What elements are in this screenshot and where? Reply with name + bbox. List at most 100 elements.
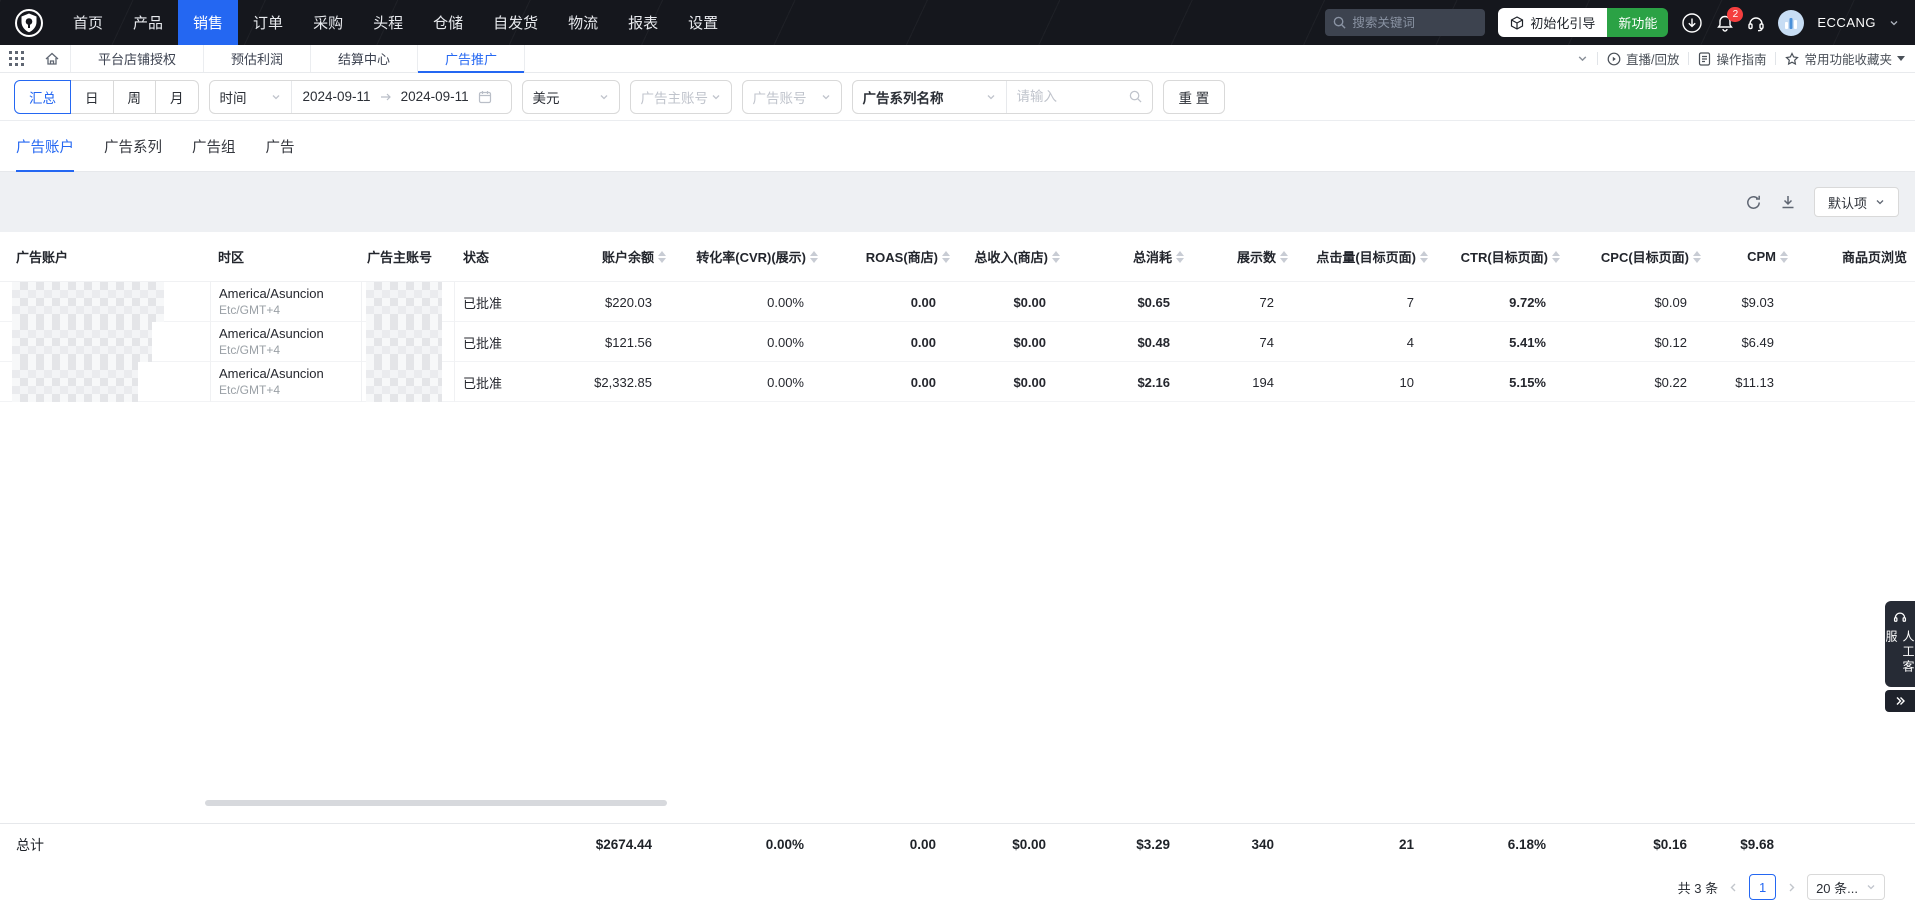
workspace-tab-platform-auth[interactable]: 平台店铺授权 [70,45,203,72]
nav-item-first-leg[interactable]: 头程 [358,0,418,45]
col-header-revenue[interactable]: 总收入(商店) [952,247,1062,266]
col-header-cpm[interactable]: CPM [1703,249,1790,264]
col-header-spend[interactable]: 总消耗 [1062,247,1186,266]
sort-icon[interactable] [1552,251,1560,263]
reset-button[interactable]: 重 置 [1163,80,1226,114]
column-preset-button[interactable]: 默认项 [1814,187,1899,217]
total-roas: 0.00 [820,837,952,852]
workspace-tab-estimated-profit[interactable]: 预估利润 [203,45,310,72]
range-day-button[interactable]: 日 [70,80,114,114]
sort-icon[interactable] [1780,251,1788,263]
refresh-icon[interactable] [1745,194,1762,211]
col-header-ctr[interactable]: CTR(目标页面) [1430,247,1562,266]
campaign-search-control: 广告系列名称 [852,80,1153,114]
nav-item-home[interactable]: 首页 [58,0,118,45]
user-avatar[interactable] [1778,10,1804,36]
workspace-tab-ad-promotion[interactable]: 广告推广 [417,45,525,72]
download-circle-icon[interactable] [1681,12,1703,34]
total-count-label: 共 3 条 [1678,878,1718,897]
nav-item-settings[interactable]: 设置 [673,0,733,45]
subtab-campaign[interactable]: 广告系列 [104,121,162,171]
collapse-panel-button[interactable] [1885,690,1915,712]
table-row[interactable]: America/AsuncionEtc/GMT+4 已批准 $121.56 0.… [0,322,1915,362]
timezone-cell: America/AsuncionEtc/GMT+4 [210,362,362,402]
nav-item-sales[interactable]: 销售 [178,0,238,45]
nav-item-orders[interactable]: 订单 [238,0,298,45]
divider [1597,52,1598,65]
col-header-balance[interactable]: 账户余额 [545,247,668,266]
col-header-status: 状态 [455,247,545,266]
nav-item-warehouse[interactable]: 仓储 [418,0,478,45]
sort-icon[interactable] [942,251,950,263]
nav-item-logistics[interactable]: 物流 [553,0,613,45]
page-size-select[interactable]: 20 条... [1807,874,1885,900]
operation-guide-link[interactable]: 操作指南 [1698,49,1766,68]
range-month-button[interactable]: 月 [155,80,199,114]
nav-item-products[interactable]: 产品 [118,0,178,45]
sort-icon[interactable] [810,251,818,263]
cpc-cell: $0.12 [1562,335,1703,350]
range-summary-button[interactable]: 汇总 [14,80,71,114]
export-download-icon[interactable] [1780,194,1796,210]
table-row[interactable]: America/AsuncionEtc/GMT+4 已批准 $220.03 0.… [0,282,1915,322]
campaign-field-select[interactable]: 广告系列名称 [853,81,1007,113]
ad-accounts-table: 广告账户 时区 广告主账号 状态 账户余额 转化率(CVR)(展示) ROAS(… [0,232,1915,865]
search-input[interactable] [1352,16,1472,30]
global-search[interactable] [1325,9,1485,36]
sort-icon[interactable] [1693,251,1701,263]
sort-icon[interactable] [1176,251,1184,263]
tabs-collapse-chevron-icon[interactable] [1577,53,1588,64]
col-header-roas[interactable]: ROAS(商店) [820,247,952,266]
home-icon[interactable] [34,45,70,72]
sort-icon[interactable] [1280,251,1288,263]
table-row[interactable]: America/AsuncionEtc/GMT+4 已批准 $2,332.85 … [0,362,1915,402]
workspace-tab-settlement[interactable]: 结算中心 [310,45,417,72]
document-icon [1698,52,1711,66]
col-header-clicks[interactable]: 点击量(目标页面) [1290,247,1430,266]
sort-icon[interactable] [658,251,666,263]
subtab-ad[interactable]: 广告 [266,121,295,171]
nav-item-self-shipping[interactable]: 自发货 [478,0,553,45]
prev-page-icon[interactable] [1728,882,1739,893]
apps-grid-icon[interactable] [0,45,34,72]
workspace-tabbar: 平台店铺授权 预估利润 结算中心 广告推广 直播/回放 操作指南 [0,45,1915,73]
keyword-input[interactable] [1017,89,1117,104]
status-cell: 已批准 [455,373,545,392]
account-name[interactable]: ECCANG [1817,15,1876,30]
currency-select[interactable]: 美元 [522,80,620,114]
next-page-icon[interactable] [1786,882,1797,893]
new-feature-button[interactable]: 新功能 [1607,8,1668,37]
sort-icon[interactable] [1052,251,1060,263]
nav-item-purchasing[interactable]: 采购 [298,0,358,45]
account-chevron-icon[interactable] [1889,18,1899,28]
date-range-picker[interactable]: 2024-09-11 2024-09-11 [292,81,511,113]
clicks-cell: 7 [1290,295,1430,310]
app-logo-icon[interactable] [0,8,58,38]
col-header-cvr[interactable]: 转化率(CVR)(展示) [668,247,820,266]
horizontal-scrollbar[interactable] [205,800,667,806]
headset-icon[interactable] [1747,14,1765,32]
col-header-cpc[interactable]: CPC(目标页面) [1562,247,1703,266]
live-replay-link[interactable]: 直播/回放 [1607,49,1679,68]
sort-icon[interactable] [1420,251,1428,263]
balance-cell: $220.03 [545,295,668,310]
time-type-select[interactable]: 时间 [210,81,292,113]
nav-item-reports[interactable]: 报表 [613,0,673,45]
page-number-button[interactable]: 1 [1749,874,1776,900]
range-week-button[interactable]: 周 [113,80,157,114]
subtab-ad-group[interactable]: 广告组 [192,121,236,171]
favorites-link[interactable]: 常用功能收藏夹 [1785,49,1905,68]
table-toolbar-band: 默认项 [0,172,1915,232]
ad-account-select[interactable]: 广告账号 [742,80,842,114]
ctr-cell: 5.41% [1430,335,1562,350]
notification-bell-icon[interactable]: 2 [1716,14,1734,32]
customer-service-button[interactable]: 人工客服 [1885,601,1915,687]
col-header-impressions[interactable]: 展示数 [1186,247,1290,266]
subtab-ad-account[interactable]: 广告账户 [16,121,74,171]
search-icon[interactable] [1129,90,1142,103]
campaign-field-value: 广告系列名称 [863,87,944,107]
advertiser-account-select[interactable]: 广告主账号 [630,80,732,114]
init-guide-button[interactable]: 初始化引导 [1498,8,1607,37]
cube-icon [1510,16,1524,30]
main-menu: 首页 产品 销售 订单 采购 头程 仓储 自发货 物流 报表 设置 [58,0,733,45]
